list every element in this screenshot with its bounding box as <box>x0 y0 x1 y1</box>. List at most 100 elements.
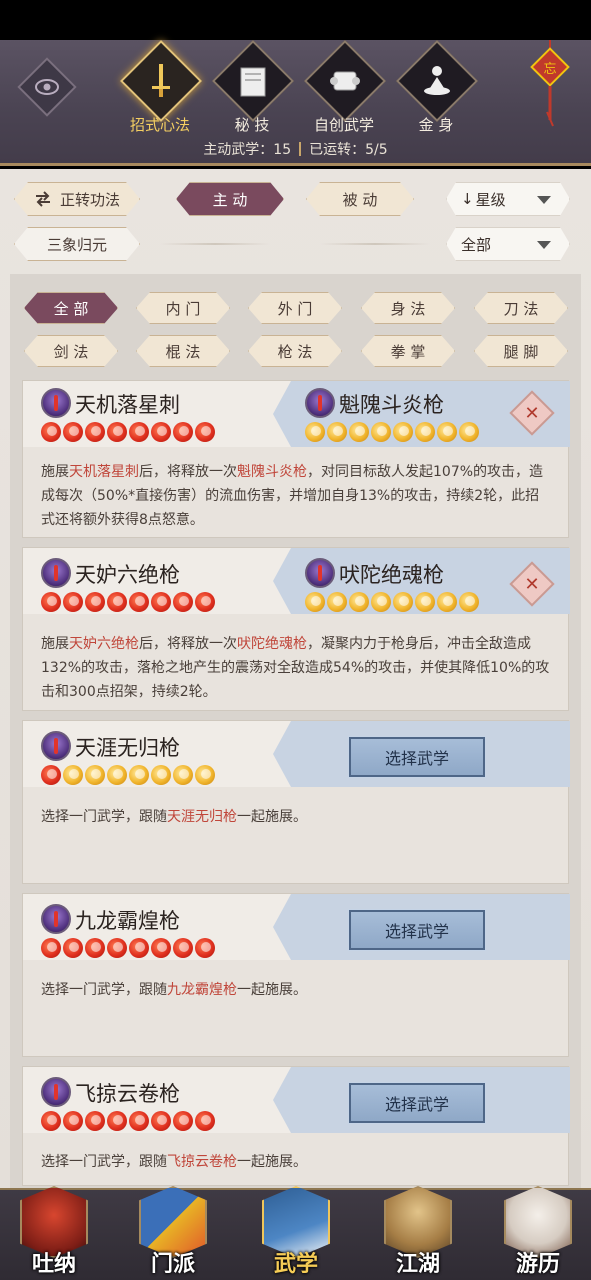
star-icon <box>63 592 83 612</box>
nav-martial[interactable]: 武学 <box>248 1178 344 1280</box>
star-icon <box>437 592 457 612</box>
skill-name: 天机落星刺 <box>75 393 180 417</box>
star-icon <box>415 422 435 442</box>
skill-name: 飞掠云卷枪 <box>75 1082 180 1106</box>
star-icon <box>151 938 171 958</box>
star-icon <box>85 938 105 958</box>
star-icon <box>393 422 413 442</box>
skill-spear-icon <box>41 731 71 761</box>
close-icon: ✕ <box>524 574 540 596</box>
chevron-down-icon <box>537 196 551 204</box>
category-inner[interactable]: 内 门 <box>136 292 230 324</box>
star-icon <box>41 765 61 785</box>
active-filter-button[interactable]: 主 动 <box>176 182 284 216</box>
main-panel: 正转功法 主 动 被 动 ↓ 星级 三象归元 全部 全 部 内 门 外 门 身 … <box>0 169 591 1190</box>
star-icon <box>371 422 391 442</box>
skill-star-rating <box>41 1111 215 1131</box>
star-icon <box>85 592 105 612</box>
passive-filter-button[interactable]: 被 动 <box>306 182 414 216</box>
category-leg[interactable]: 腿 脚 <box>474 335 568 367</box>
star-icon <box>63 765 83 785</box>
category-sword[interactable]: 剑 法 <box>24 335 118 367</box>
star-icon <box>41 592 61 612</box>
sort-select[interactable]: ↓ 星级 <box>446 182 570 216</box>
category-outer[interactable]: 外 门 <box>248 292 342 324</box>
category-spear[interactable]: 枪 法 <box>248 335 342 367</box>
skill-star-rating <box>41 592 215 612</box>
tab-custom[interactable]: 自创武学 <box>302 39 387 138</box>
category-all[interactable]: 全 部 <box>24 292 118 324</box>
star-icon <box>415 592 435 612</box>
star-icon <box>327 422 347 442</box>
star-icon <box>107 765 127 785</box>
category-fist[interactable]: 拳 掌 <box>361 335 455 367</box>
skill-card[interactable]: 天涯无归枪 选择武学 选择一门武学，跟随天涯无归枪一起施展。 <box>22 720 570 884</box>
skill-card[interactable]: 天机落星刺 魁隗斗炎枪 ✕ 施展天机落星刺后，将释放一次魁隗斗炎枪，对同目标敌人… <box>22 380 570 538</box>
sanxiang-button[interactable]: 三象归元 <box>14 227 140 261</box>
partner-spear-icon <box>305 388 335 418</box>
skill-card[interactable]: 天妒六绝枪 吠陀绝魂枪 ✕ 施展天妒六绝枪后，将释放一次吠陀绝魂枪，凝聚内力于枪… <box>22 547 570 711</box>
skill-description: 施展天机落星刺后，将释放一次魁隗斗炎枪，对同目标敌人发起107%的攻击，造成每次… <box>41 464 544 528</box>
tab-secret[interactable]: 秘 技 <box>210 39 295 138</box>
star-icon <box>173 938 193 958</box>
select-skill-button[interactable]: 选择武学 <box>348 1082 486 1124</box>
tab-label: 金 身 <box>418 116 454 134</box>
decorative-line <box>160 243 270 245</box>
tab-golden-body[interactable]: 金 身 <box>394 39 479 138</box>
star-icon <box>41 938 61 958</box>
reverse-skill-button[interactable]: 正转功法 <box>14 182 140 216</box>
skill-star-rating <box>41 765 215 785</box>
skill-name: 天妒六绝枪 <box>75 563 180 587</box>
scroll-icon <box>330 71 360 91</box>
nav-travel[interactable]: 游历 <box>490 1178 586 1280</box>
star-icon <box>107 938 127 958</box>
partner-skill-name: 魁隗斗炎枪 <box>339 393 444 417</box>
star-icon <box>151 592 171 612</box>
star-icon <box>195 422 215 442</box>
select-skill-button[interactable]: 选择武学 <box>348 736 486 778</box>
category-staff[interactable]: 棍 法 <box>136 335 230 367</box>
star-icon <box>63 422 83 442</box>
star-icon <box>85 1111 105 1131</box>
skill-card[interactable]: 飞掠云卷枪 选择武学 选择一门武学，跟随飞掠云卷枪一起施展。 <box>22 1066 570 1186</box>
star-icon <box>305 592 325 612</box>
skill-tabs: 招式心法 秘 技 自创武学 金 身 <box>118 39 479 138</box>
star-icon <box>151 765 171 785</box>
nav-sect[interactable]: 门派 <box>125 1178 221 1280</box>
star-icon <box>63 1111 83 1131</box>
sword-icon <box>152 64 170 97</box>
swap-icon <box>34 191 52 207</box>
eye-toggle-button[interactable] <box>17 57 77 117</box>
star-icon <box>85 765 105 785</box>
select-skill-button[interactable]: 选择武学 <box>348 909 486 951</box>
skill-hint: 选择一门武学，跟随天涯无归枪一起施展。 <box>41 809 307 825</box>
star-icon <box>173 765 193 785</box>
category-blade[interactable]: 刀 法 <box>474 292 568 324</box>
book-icon <box>240 67 266 97</box>
top-header: 招式心法 秘 技 自创武学 金 身 忘 主动武学：15 已运转：5/5 <box>0 39 591 166</box>
star-icon <box>107 1111 127 1131</box>
star-icon <box>41 422 61 442</box>
decorative-line <box>320 243 430 245</box>
skill-hint: 选择一门武学，跟随飞掠云卷枪一起施展。 <box>41 1154 307 1170</box>
tab-label: 招式心法 <box>129 116 190 134</box>
skill-spear-icon <box>41 1077 71 1107</box>
skill-spear-icon <box>41 388 71 418</box>
nav-jianghu[interactable]: 江湖 <box>370 1178 466 1280</box>
star-icon <box>459 422 479 442</box>
star-icon <box>129 938 149 958</box>
chinese-knot-icon[interactable]: 忘 <box>529 40 571 130</box>
star-icon <box>349 422 369 442</box>
tab-moves[interactable]: 招式心法 <box>118 39 203 138</box>
partner-star-rating <box>305 422 479 442</box>
star-icon <box>129 765 149 785</box>
star-icon <box>371 592 391 612</box>
category-select[interactable]: 全部 <box>446 227 570 261</box>
category-movement[interactable]: 身 法 <box>361 292 455 324</box>
nav-tuna[interactable]: 吐纳 <box>6 1178 102 1280</box>
star-icon <box>349 592 369 612</box>
sort-down-arrow-icon: ↓ <box>461 190 474 208</box>
bottom-navigation: 吐纳 门派 武学 江湖 游历 <box>0 1186 591 1280</box>
skill-card[interactable]: 九龙霸煌枪 选择武学 选择一门武学，跟随九龙霸煌枪一起施展。 <box>22 893 570 1057</box>
partner-skill-name: 吠陀绝魂枪 <box>339 563 444 587</box>
